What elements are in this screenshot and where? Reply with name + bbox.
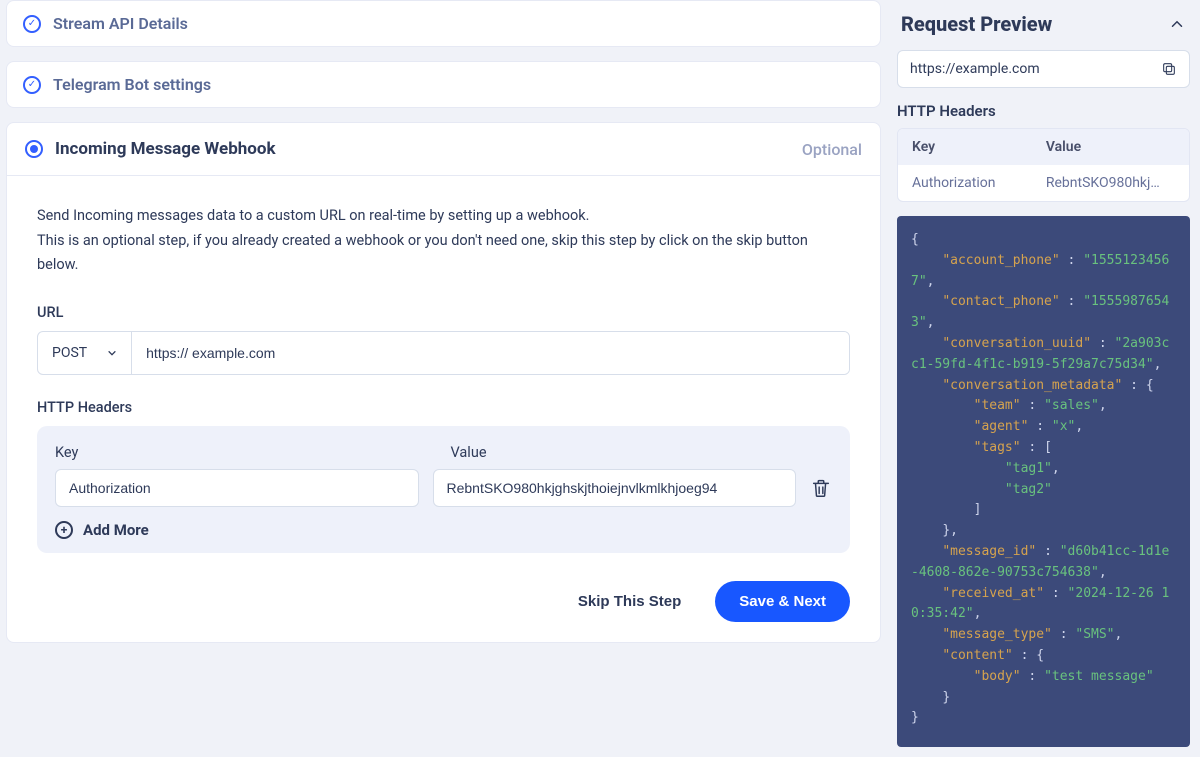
headers-label: HTTP Headers xyxy=(37,399,850,416)
save-button[interactable]: Save & Next xyxy=(715,581,850,622)
trash-icon[interactable] xyxy=(810,477,832,499)
url-label: URL xyxy=(37,304,850,321)
method-select[interactable]: POST xyxy=(38,332,132,374)
table-row: Authorization RebntSKO980hkj… xyxy=(898,165,1189,201)
method-value: POST xyxy=(52,345,87,361)
section-title: Stream API Details xyxy=(53,14,188,33)
header-value-input[interactable] xyxy=(433,469,797,507)
chevron-down-icon xyxy=(107,348,117,358)
preview-headers-label: HTTP Headers xyxy=(897,102,1190,120)
add-more-label: Add More xyxy=(83,521,149,539)
section-stream-api[interactable]: ✓ Stream API Details xyxy=(6,0,881,47)
side-panel: Request Preview https://example.com HTTP… xyxy=(887,0,1200,757)
url-input[interactable] xyxy=(132,332,849,374)
desc-line-1: Send Incoming messages data to a custom … xyxy=(37,207,589,224)
json-preview[interactable]: { "account_phone" : "15551234567", "cont… xyxy=(897,216,1190,747)
optional-tag: Optional xyxy=(802,140,862,159)
section-webhook: Incoming Message Webhook Optional Send I… xyxy=(6,122,881,643)
preview-url-box: https://example.com xyxy=(897,50,1190,88)
desc-line-2: This is an optional step, if you already… xyxy=(37,232,808,274)
check-icon: ✓ xyxy=(23,76,41,94)
preview-headers-table: Key Value Authorization RebntSKO980hkj… xyxy=(897,128,1190,202)
key-label: Key xyxy=(55,444,437,461)
add-more-button[interactable]: + Add More xyxy=(55,521,832,539)
row-key: Authorization xyxy=(898,165,1032,201)
chevron-up-icon[interactable] xyxy=(1168,15,1186,33)
th-value: Value xyxy=(1032,129,1189,165)
row-value: RebntSKO980hkj… xyxy=(1032,165,1189,201)
section-title: Telegram Bot settings xyxy=(53,75,211,94)
section-title: Incoming Message Webhook xyxy=(55,139,276,159)
headers-block: Key Value + Add More xyxy=(37,426,850,553)
main-column: ✓ Stream API Details ✓ Telegram Bot sett… xyxy=(0,0,887,757)
section-telegram-bot[interactable]: ✓ Telegram Bot settings xyxy=(6,61,881,108)
description: Send Incoming messages data to a custom … xyxy=(37,204,850,278)
skip-button[interactable]: Skip This Step xyxy=(554,581,705,622)
value-label: Value xyxy=(451,444,833,461)
check-icon: ✓ xyxy=(23,15,41,33)
radio-icon[interactable] xyxy=(25,140,43,158)
th-key: Key xyxy=(898,129,1032,165)
preview-title: Request Preview xyxy=(901,12,1052,36)
preview-url: https://example.com xyxy=(910,61,1040,77)
url-row: POST xyxy=(37,331,850,375)
plus-icon: + xyxy=(55,521,73,539)
header-key-input[interactable] xyxy=(55,469,419,507)
copy-icon[interactable] xyxy=(1161,61,1177,77)
